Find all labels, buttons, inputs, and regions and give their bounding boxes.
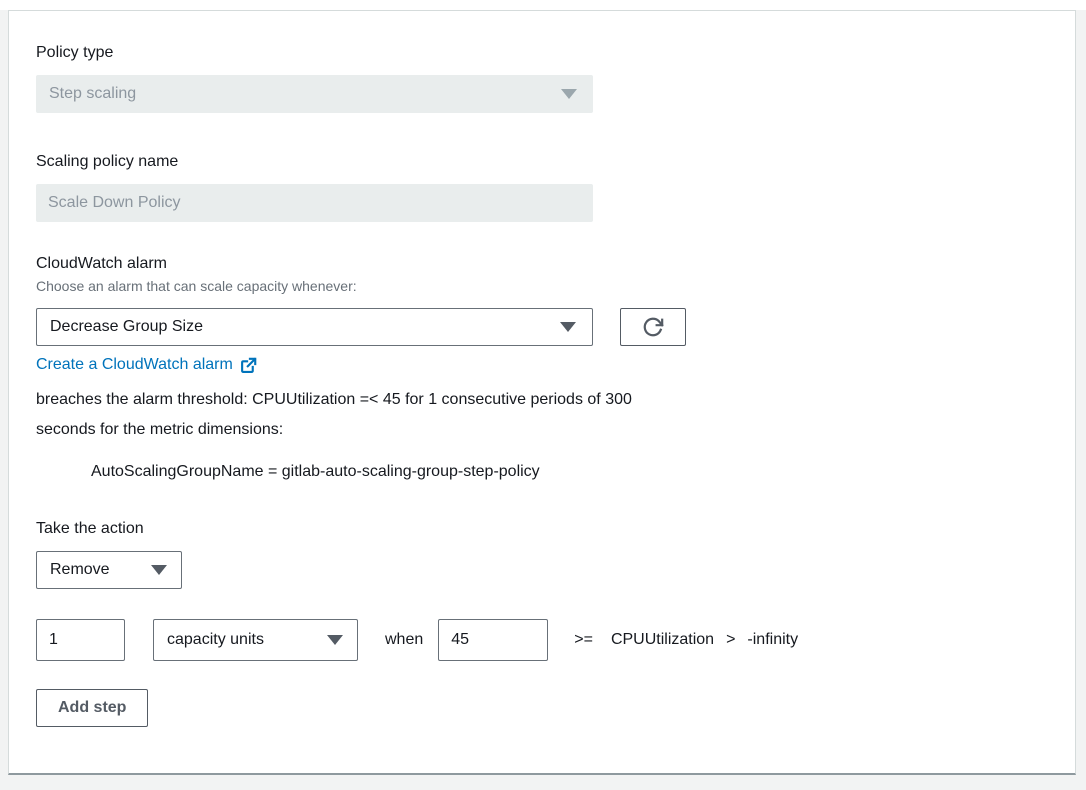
step-unit-select[interactable]: capacity units (153, 619, 358, 661)
policy-type-label: Policy type (36, 44, 1048, 62)
policy-name-input (36, 184, 593, 222)
step-unit-value: capacity units (167, 631, 264, 649)
create-cloudwatch-alarm-link-label: Create a CloudWatch alarm (36, 354, 233, 376)
refresh-alarms-button[interactable] (620, 308, 686, 346)
dropdown-arrow-icon (560, 322, 576, 332)
add-step-button[interactable]: Add step (36, 689, 148, 727)
external-link-icon (240, 357, 257, 374)
refresh-icon (642, 316, 664, 338)
action-type-select[interactable]: Remove (36, 551, 182, 589)
alarm-description-line: seconds for the metric dimensions: (36, 415, 1048, 445)
dropdown-arrow-icon (327, 635, 343, 645)
step-adjustment-row: capacity units when >= CPUUtilization > … (36, 619, 1048, 661)
take-action-label: Take the action (36, 520, 1048, 538)
alarm-select[interactable]: Decrease Group Size (36, 308, 593, 346)
when-label: when (385, 631, 423, 649)
step-amount-input[interactable] (36, 619, 125, 661)
cloudwatch-alarm-label: CloudWatch alarm (36, 255, 1048, 273)
scaling-policy-form-card: Policy type Step scaling Scaling policy … (8, 10, 1076, 775)
upper-operator-label: >= (574, 631, 593, 649)
policy-type-value: Step scaling (49, 85, 136, 103)
dropdown-arrow-icon (561, 89, 577, 99)
alarm-select-row: Decrease Group Size (36, 308, 1048, 346)
alarm-description-line: breaches the alarm threshold: CPUUtiliza… (36, 385, 1048, 415)
cloudwatch-alarm-helper: Choose an alarm that can scale capacity … (36, 278, 1048, 295)
policy-type-select: Step scaling (36, 75, 593, 113)
step-threshold-input[interactable] (438, 619, 548, 661)
policy-name-label: Scaling policy name (36, 153, 1048, 171)
create-cloudwatch-alarm-link[interactable]: Create a CloudWatch alarm (36, 354, 257, 376)
alarm-selected-value: Decrease Group Size (50, 318, 203, 336)
lower-bound-label: -infinity (747, 631, 798, 649)
alarm-metric-dimension: AutoScalingGroupName = gitlab-auto-scali… (91, 462, 1048, 482)
action-type-value: Remove (50, 561, 110, 579)
alarm-description: breaches the alarm threshold: CPUUtiliza… (36, 385, 1048, 445)
metric-name-label: CPUUtilization (611, 631, 714, 649)
lower-operator-label: > (726, 631, 735, 649)
dropdown-arrow-icon (151, 565, 167, 575)
